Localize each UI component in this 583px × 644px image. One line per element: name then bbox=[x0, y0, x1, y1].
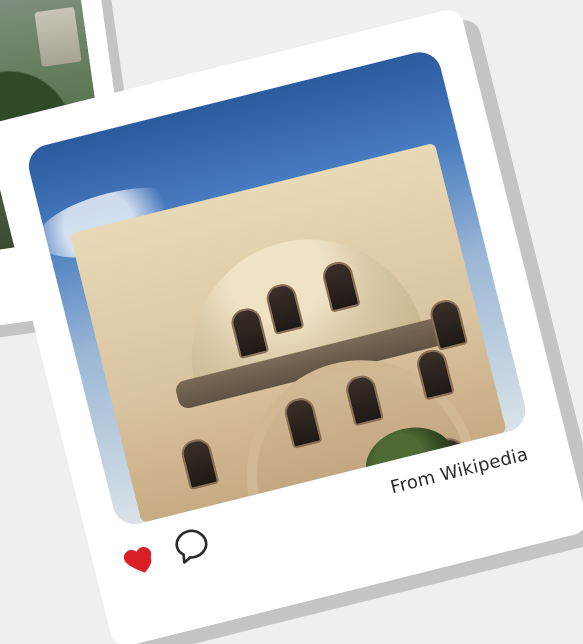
window bbox=[312, 475, 353, 529]
feed-stage: From Wikipedia bbox=[0, 0, 583, 644]
comment-icon[interactable] bbox=[168, 521, 216, 569]
window bbox=[178, 436, 220, 491]
polaroid-card: From Wikipedia bbox=[0, 6, 583, 644]
heart-icon[interactable] bbox=[117, 534, 165, 582]
building-photo[interactable] bbox=[24, 47, 530, 529]
